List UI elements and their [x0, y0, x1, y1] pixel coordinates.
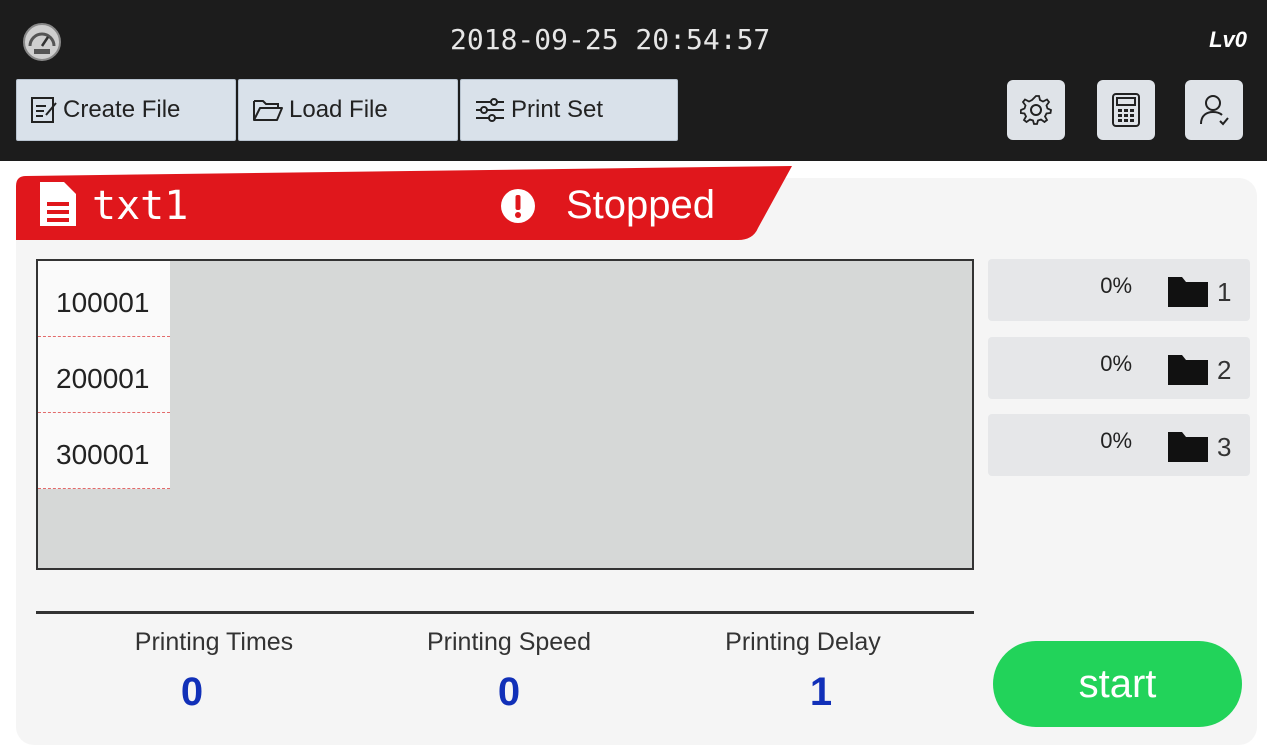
ink-number: 1 [1217, 277, 1232, 307]
datetime-display: 2018-09-25 20:54:57 [450, 23, 771, 56]
top-bar: 2018-09-25 20:54:57 Lv0 Create File Load… [0, 0, 1267, 161]
print-set-button[interactable]: Print Set [460, 79, 678, 141]
ink-percent: 0% [1100, 428, 1132, 453]
printing-speed-label: Printing Speed [426, 628, 591, 656]
calculator-button[interactable] [1097, 80, 1155, 140]
user-level: Lv0 [1209, 27, 1247, 52]
sliders-icon [476, 98, 504, 122]
ink-cartridge-icon [1168, 277, 1208, 307]
printing-delay-label: Printing Delay [725, 628, 881, 656]
preview-row: 100001 [38, 261, 170, 337]
file-name: txt1 [92, 183, 189, 229]
ink-number: 2 [1217, 355, 1232, 385]
print-preview[interactable]: 100001 200001 300001 [36, 259, 974, 570]
ink-percent: 0% [1100, 273, 1132, 298]
divider [36, 611, 974, 614]
ink-percent: 0% [1100, 351, 1132, 376]
print-status: Stopped [566, 183, 716, 227]
file-icon [40, 182, 76, 226]
edit-file-icon [31, 97, 57, 123]
printer-screen: 2018-09-25 20:54:57 Lv0 Create File Load… [0, 0, 1267, 749]
preview-row: 200001 [38, 337, 170, 413]
ink-cartridge-icon [1168, 355, 1208, 385]
ink-number: 3 [1217, 432, 1232, 462]
user-button[interactable] [1185, 80, 1243, 140]
ink-level-1: 0% 1 [988, 259, 1250, 321]
print-set-label: Print Set [511, 96, 604, 123]
printing-delay-value[interactable]: 1 [691, 670, 951, 715]
printing-times-label: Printing Times [134, 628, 294, 656]
user-icon [1200, 95, 1229, 126]
calculator-icon [1112, 93, 1140, 127]
printing-speed-value[interactable]: 0 [379, 670, 639, 715]
settings-button[interactable] [1007, 80, 1065, 140]
gear-icon [1020, 95, 1052, 125]
printing-times-value[interactable]: 0 [62, 670, 322, 715]
load-file-button[interactable]: Load File [238, 79, 458, 141]
create-file-label: Create File [63, 96, 181, 123]
ink-cartridge-icon [1168, 432, 1208, 462]
preview-row: 300001 [38, 413, 170, 489]
ink-level-2: 0% 2 [988, 337, 1250, 399]
warning-icon [501, 189, 535, 223]
folder-open-icon [253, 100, 283, 121]
start-button[interactable]: start [993, 641, 1242, 727]
ink-level-3: 0% 3 [988, 414, 1250, 476]
load-file-label: Load File [289, 96, 388, 123]
speedometer-icon [23, 23, 61, 61]
create-file-button[interactable]: Create File [16, 79, 236, 141]
